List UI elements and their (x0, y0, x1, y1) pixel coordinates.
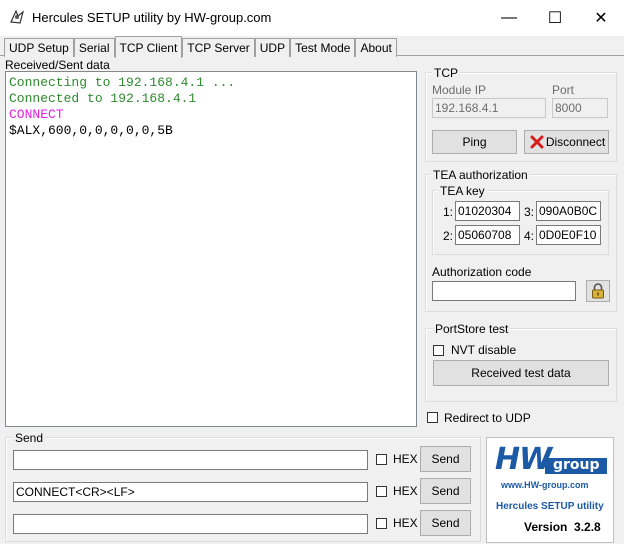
hex-label-3: HEX (393, 516, 418, 530)
close-button[interactable]: ✕ (578, 0, 624, 36)
logo-brand: HW (495, 442, 552, 477)
tea-key-1-label: 1: (443, 205, 454, 219)
send-button-3[interactable]: Send (420, 510, 471, 536)
received-test-data-button[interactable]: Received test data (433, 360, 609, 386)
ping-button[interactable]: Ping (432, 130, 517, 154)
received-line: Connecting to 192.168.4.1 ... (9, 75, 236, 90)
redirect-udp-label: Redirect to UDP (444, 411, 531, 425)
hex-label-2: HEX (393, 484, 418, 498)
tea-key-3-input[interactable]: 090A0B0C (536, 201, 601, 221)
port-input[interactable]: 8000 (552, 98, 608, 118)
tab-about[interactable]: About (355, 38, 397, 57)
received-line: Connected to 192.168.4.1 (9, 91, 197, 106)
disconnect-label: Disconnect (545, 135, 606, 149)
auth-code-input[interactable] (432, 281, 576, 301)
received-label: Received/Sent data (5, 58, 110, 72)
logo-url: www.HW-group.com (501, 480, 589, 490)
tea-key-2-input[interactable]: 05060708 (455, 225, 520, 245)
send-input-3[interactable] (13, 514, 368, 534)
lock-button[interactable] (586, 280, 610, 302)
send-button-2[interactable]: Send (420, 478, 471, 504)
tea-key-group (432, 190, 609, 255)
tab-serial[interactable]: Serial (73, 38, 115, 57)
tab-tcp-client[interactable]: TCP Client (114, 36, 183, 58)
window-title: Hercules SETUP utility by HW-group.com (32, 10, 272, 25)
nvt-disable-checkbox[interactable] (433, 345, 444, 356)
tea-group-title: TEA authorization (431, 168, 530, 182)
auth-code-label: Authorization code (432, 265, 532, 279)
module-ip-input[interactable]: 192.168.4.1 (432, 98, 546, 118)
maximize-button[interactable]: ☐ (532, 0, 578, 36)
port-label: Port (552, 83, 575, 97)
send-group-title: Send (13, 431, 46, 445)
tea-key-4-input[interactable]: 0D0E0F10 (536, 225, 601, 245)
tea-key-title: TEA key (438, 184, 487, 198)
received-line: $ALX,600,0,0,0,0,0,5B (9, 123, 173, 138)
portstore-group-title: PortStore test (433, 322, 511, 336)
received-data-area[interactable]: Connecting to 192.168.4.1 ... Connected … (5, 71, 417, 427)
hex-checkbox-1[interactable] (376, 454, 387, 465)
hw-group-logo: HW group www.HW-group.com Hercules SETUP… (486, 437, 614, 543)
hercules-icon (8, 8, 26, 26)
tab-strip: UDP Setup Serial TCP Client TCP Server U… (4, 36, 397, 58)
tea-key-2-label: 2: (443, 229, 454, 243)
received-line: CONNECT (9, 107, 64, 122)
tab-udp-setup[interactable]: UDP Setup (4, 38, 74, 57)
tab-test-mode[interactable]: Test Mode (290, 38, 356, 57)
hex-label-1: HEX (393, 452, 418, 466)
tab-tcp-server[interactable]: TCP Server (182, 38, 255, 57)
tea-key-1-input[interactable]: 01020304 (455, 201, 520, 221)
module-ip-label: Module IP (432, 83, 487, 97)
send-input-2[interactable]: CONNECT<CR><LF> (13, 482, 368, 502)
lock-icon (592, 283, 604, 299)
logo-group: group (553, 457, 600, 473)
nvt-disable-label: NVT disable (451, 343, 517, 357)
tcp-group-title: TCP (432, 66, 460, 80)
send-input-1[interactable] (13, 450, 368, 470)
minimize-button[interactable]: — (486, 0, 532, 36)
tea-key-3-label: 3: (524, 205, 535, 219)
logo-product: Hercules SETUP utility (496, 501, 604, 512)
title-bar: Hercules SETUP utility by HW-group.com —… (0, 0, 624, 36)
redirect-udp-checkbox[interactable] (427, 412, 438, 423)
tea-key-4-label: 4: (524, 229, 535, 243)
hex-checkbox-3[interactable] (376, 518, 387, 529)
logo-version: Version 3.2.8 (524, 520, 601, 534)
disconnect-x-icon (530, 135, 544, 149)
send-button-1[interactable]: Send (420, 446, 471, 472)
hex-checkbox-2[interactable] (376, 486, 387, 497)
tab-udp[interactable]: UDP (254, 38, 291, 57)
